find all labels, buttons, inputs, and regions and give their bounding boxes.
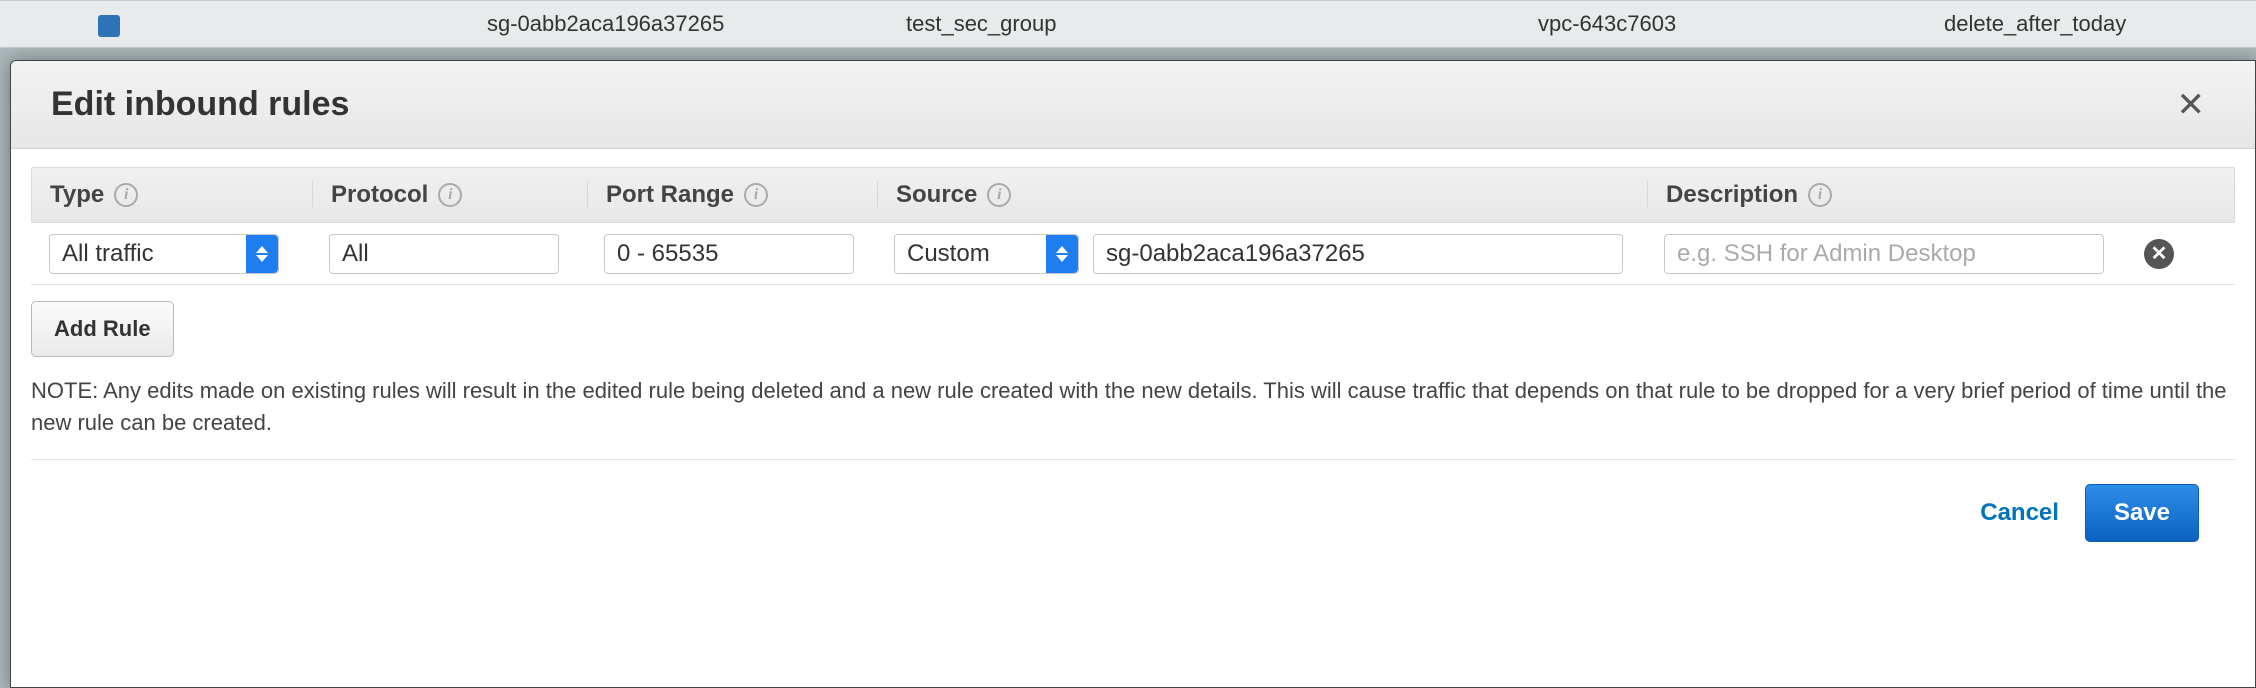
delete-rule-icon[interactable]: ✕ — [2144, 239, 2174, 269]
column-header-label: Port Range — [606, 181, 734, 209]
info-icon[interactable]: i — [1808, 183, 1832, 207]
modal-footer: Cancel Save — [31, 460, 2235, 566]
column-header-label: Type — [50, 181, 104, 209]
bg-vpc-id: vpc-643c7603 — [1538, 11, 1676, 37]
column-header-port-range: Port Range i — [587, 181, 877, 209]
info-icon[interactable]: i — [987, 183, 1011, 207]
source-value-input[interactable]: sg-0abb2aca196a37265 — [1093, 234, 1623, 274]
chevron-updown-icon — [1046, 235, 1078, 273]
rule-row: All traffic All 0 - 65535 Custom — [31, 223, 2235, 285]
rules-table-header: Type i Protocol i Port Range i Source i … — [31, 167, 2235, 223]
bg-security-group-id: sg-0abb2aca196a37265 — [487, 11, 724, 37]
info-icon[interactable]: i — [114, 183, 138, 207]
type-select-value: All traffic — [62, 240, 154, 268]
bg-security-group-name: test_sec_group — [906, 11, 1056, 37]
source-value-text: sg-0abb2aca196a37265 — [1106, 240, 1365, 268]
chevron-updown-icon — [246, 235, 278, 273]
modal-body: Type i Protocol i Port Range i Source i … — [11, 149, 2255, 566]
column-header-label: Protocol — [331, 181, 428, 209]
row-checkbox[interactable] — [98, 15, 120, 37]
edit-note: NOTE: Any edits made on existing rules w… — [31, 375, 2235, 460]
source-mode-select[interactable]: Custom — [894, 234, 1079, 274]
port-range-field: 0 - 65535 — [604, 234, 854, 274]
save-button[interactable]: Save — [2085, 484, 2199, 542]
column-header-label: Description — [1666, 181, 1798, 209]
protocol-field: All — [329, 234, 559, 274]
type-select[interactable]: All traffic — [49, 234, 279, 274]
column-header-source: Source i — [877, 181, 1647, 209]
port-range-value: 0 - 65535 — [617, 240, 718, 268]
column-header-protocol: Protocol i — [312, 181, 587, 209]
cancel-button[interactable]: Cancel — [1980, 499, 2059, 527]
close-icon[interactable]: ✕ — [2167, 79, 2216, 131]
modal-title: Edit inbound rules — [51, 85, 349, 124]
info-icon[interactable]: i — [438, 183, 462, 207]
info-icon[interactable]: i — [744, 183, 768, 207]
bg-description: delete_after_today — [1944, 11, 2126, 37]
source-mode-value: Custom — [907, 240, 990, 268]
column-header-type: Type i — [32, 181, 312, 209]
add-rule-button[interactable]: Add Rule — [31, 301, 174, 357]
rule-description-placeholder: e.g. SSH for Admin Desktop — [1677, 240, 1976, 268]
modal-header: Edit inbound rules ✕ — [11, 61, 2255, 149]
column-header-description: Description i — [1647, 181, 2117, 209]
protocol-value: All — [342, 240, 369, 268]
security-group-row[interactable]: sg-0abb2aca196a37265 test_sec_group vpc-… — [0, 0, 2256, 48]
rule-description-input[interactable]: e.g. SSH for Admin Desktop — [1664, 234, 2104, 274]
column-header-label: Source — [896, 181, 977, 209]
edit-inbound-rules-modal: Edit inbound rules ✕ Type i Protocol i P… — [10, 60, 2256, 688]
